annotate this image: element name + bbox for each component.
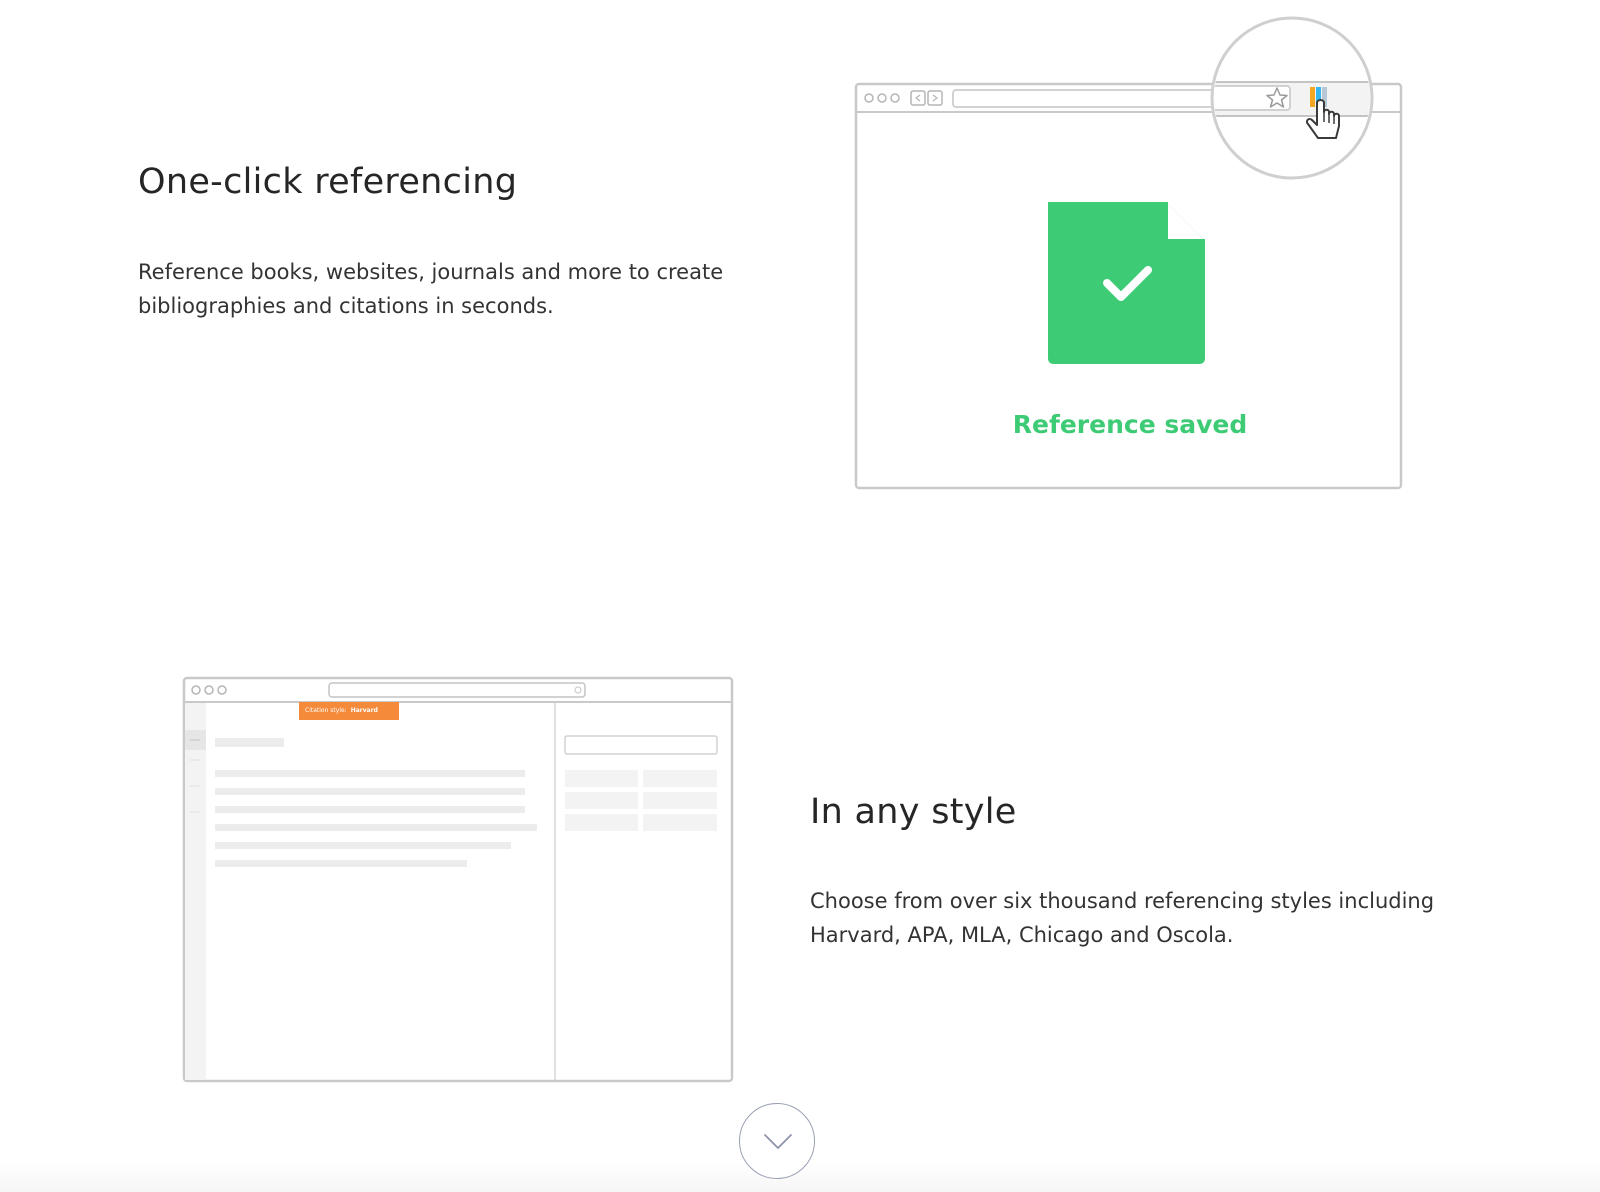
reference-saved-illustration: Reference saved [850, 8, 1410, 498]
citation-style-label: Citation style: [305, 707, 347, 714]
citation-style-illustration: Citation style: Harvard [180, 664, 740, 1094]
reference-saved-label: Reference saved [1012, 410, 1248, 439]
feature-title: One-click referencing [138, 162, 518, 202]
scroll-down-button[interactable] [739, 1103, 815, 1179]
feature-description: Choose from over six thousand referencin… [810, 889, 1435, 947]
chevron-down-icon [764, 1134, 792, 1149]
feature-description: Reference books, websites, journals and … [138, 260, 724, 318]
citation-style-tag: Citation style: Harvard [299, 702, 399, 720]
browser-window-icon [182, 676, 734, 1083]
document-check-icon [1048, 202, 1205, 364]
citation-style-value: Harvard [350, 707, 378, 714]
landing-page: One-click referencing Reference books, w… [0, 0, 1600, 1192]
feature-title: In any style [810, 792, 1017, 832]
